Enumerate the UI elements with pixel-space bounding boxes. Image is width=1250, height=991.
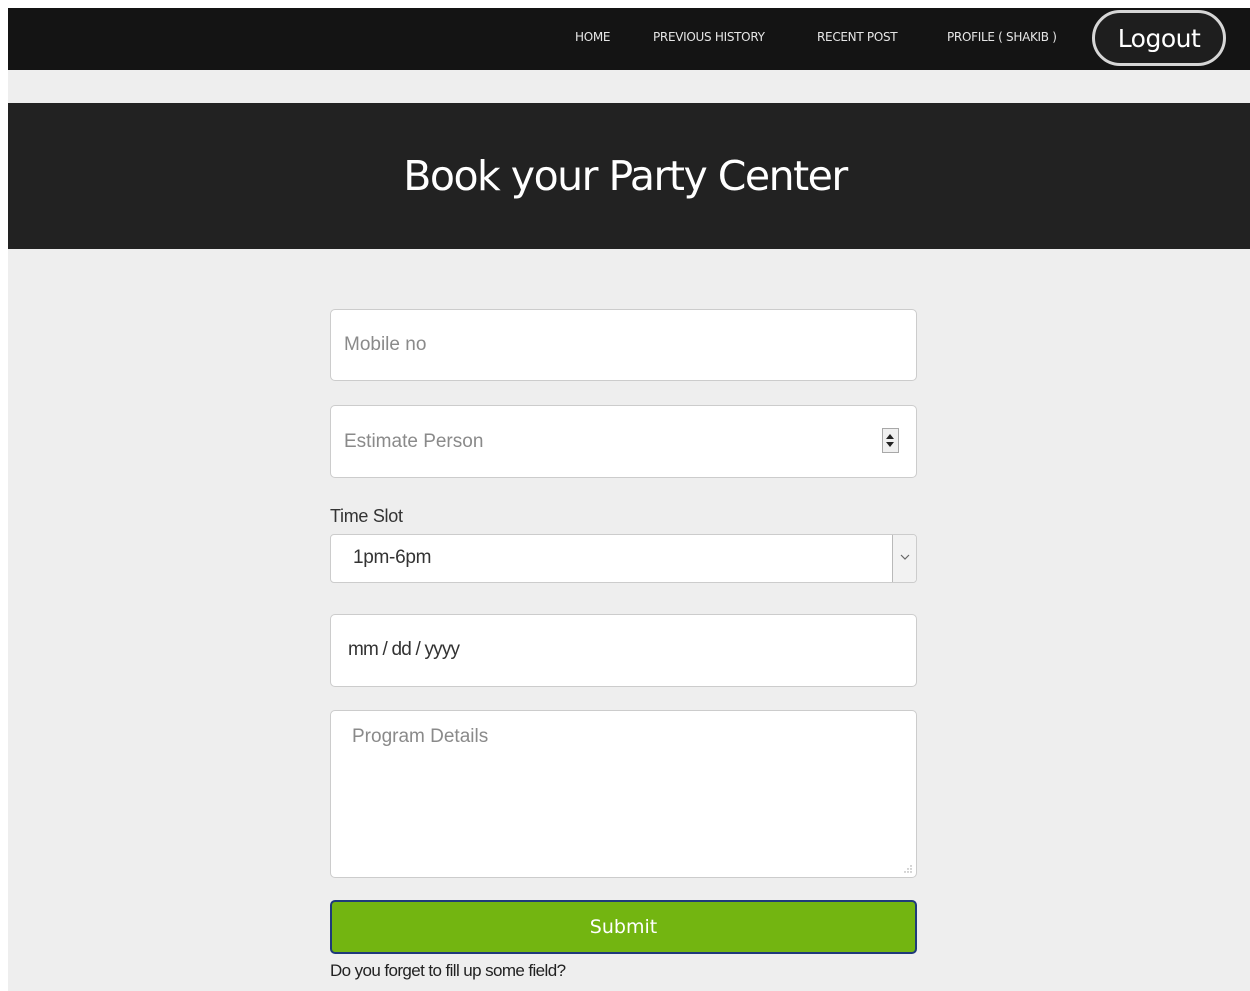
program-details-field[interactable] [330, 710, 917, 878]
spinner-down-icon[interactable] [886, 442, 894, 447]
chevron-down-icon [900, 554, 910, 560]
number-spinner-icon[interactable] [882, 428, 899, 453]
top-navbar: HOME PREVIOUS HISTORY RECENT POST PROFIL… [8, 8, 1250, 70]
nav-previous-history[interactable]: PREVIOUS HISTORY [653, 30, 765, 44]
page-banner: Book your Party Center [8, 103, 1250, 249]
submit-button[interactable]: Submit [330, 900, 917, 954]
page-title: Book your Party Center [403, 152, 848, 200]
select-arrow-button[interactable] [892, 535, 916, 582]
nav-recent-post[interactable]: RECENT POST [817, 30, 898, 44]
date-field[interactable]: mm / dd / yyyy [330, 614, 917, 687]
nav-profile[interactable]: PROFILE ( SHAKIB ) [947, 30, 1057, 44]
spinner-up-icon[interactable] [886, 434, 894, 439]
form-hint-text: Do you forget to fill up some field? [330, 961, 566, 980]
date-input[interactable]: mm / dd / yyyy [348, 639, 460, 661]
estimate-person-field[interactable] [330, 405, 917, 478]
time-slot-select[interactable]: 1pm-6pm [330, 534, 917, 583]
program-details-input[interactable] [352, 725, 902, 865]
estimate-person-input[interactable] [344, 429, 864, 455]
mobile-field[interactable] [330, 309, 917, 381]
resize-grip-icon[interactable] [903, 864, 912, 873]
mobile-input[interactable] [344, 332, 904, 358]
logout-button[interactable]: Logout [1092, 10, 1226, 66]
nav-home[interactable]: HOME [575, 30, 611, 44]
time-slot-value: 1pm-6pm [353, 547, 432, 568]
time-slot-label: Time Slot [330, 506, 403, 526]
page: HOME PREVIOUS HISTORY RECENT POST PROFIL… [8, 8, 1250, 991]
